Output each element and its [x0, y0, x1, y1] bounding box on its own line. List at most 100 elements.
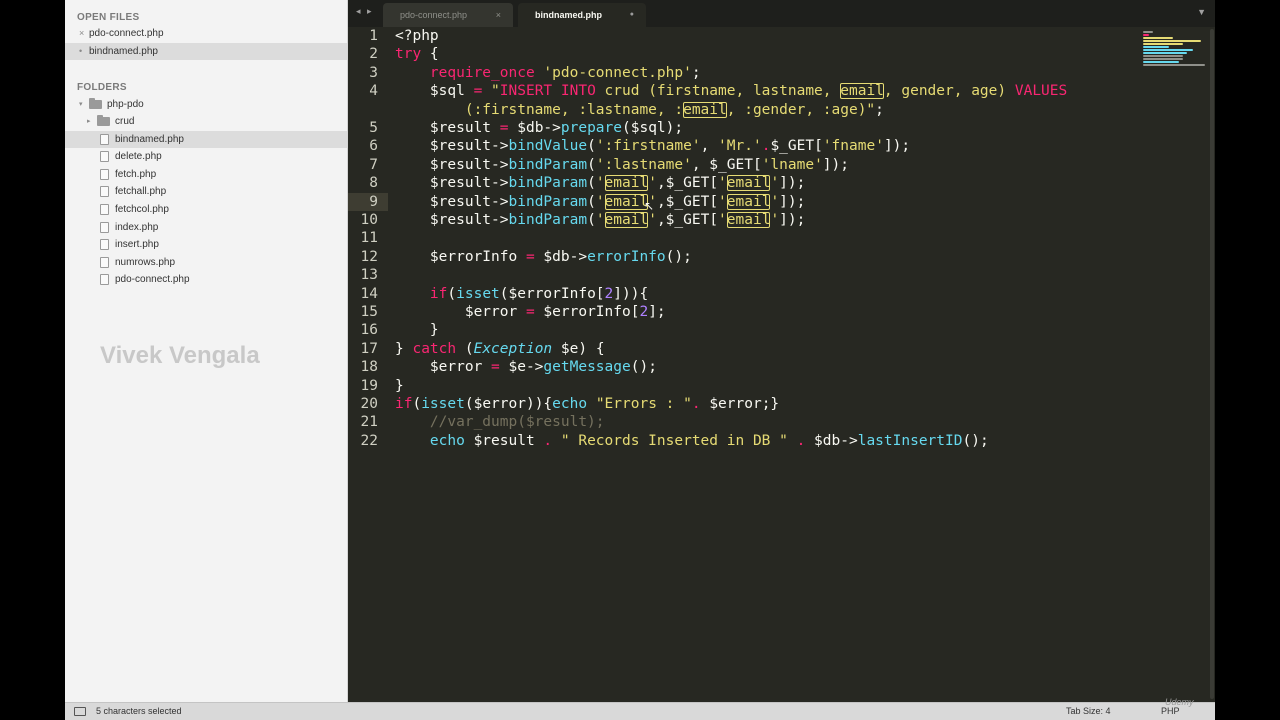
close-icon[interactable]: × [496, 3, 501, 27]
unsaved-dot-icon[interactable]: ● [630, 3, 634, 27]
line-number: 15 [360, 304, 378, 320]
file-label: fetchcol.php [115, 204, 169, 215]
folder-icon [89, 98, 102, 109]
line-number: 6 [369, 138, 378, 155]
code-line-20: if(isset($error)){echo "Errors : ". $err… [395, 396, 780, 412]
editor-window: OPEN FILES × pdo-connect.php • bindnamed… [65, 0, 1215, 720]
line-number: 8 [369, 175, 378, 192]
find-highlight: email [726, 193, 771, 210]
line-number: 19 [360, 377, 378, 394]
disclosure-open-icon[interactable]: ▾ [79, 96, 83, 113]
code-line-10: $result->bindParam('email',$_GET['email'… [429, 212, 806, 228]
file-index[interactable]: index.php [65, 219, 347, 236]
file-fetchcol[interactable]: fetchcol.php [65, 201, 347, 218]
folder-php-pdo[interactable]: ▾ php-pdo [65, 96, 347, 113]
author-watermark: Vivek Vengala [100, 342, 260, 369]
file-insert[interactable]: insert.php [65, 236, 347, 253]
code-editor[interactable]: 1 2 3 4 5 6 7 8 9 10 11 12 13 14 15 16 1… [348, 27, 1215, 702]
open-file-pdo-connect[interactable]: × pdo-connect.php [65, 25, 347, 42]
code-line-17: } catch (Exception $e) { [395, 340, 605, 357]
file-label: pdo-connect.php [115, 274, 190, 285]
line-number: 21 [360, 414, 378, 431]
find-highlight: email [604, 212, 649, 228]
file-bindnamed[interactable]: bindnamed.php [65, 131, 347, 148]
chevron-down-icon[interactable]: ▼ [1197, 7, 1206, 17]
code-line-18: $error = $e->getMessage(); [429, 359, 657, 376]
file-label: delete.php [115, 151, 162, 162]
open-file-bindnamed[interactable]: • bindnamed.php [65, 43, 347, 60]
line-number: 1 [369, 28, 378, 44]
open-file-label: pdo-connect.php [89, 28, 164, 39]
tab-size-setting[interactable]: Tab Size: 4 [1066, 703, 1111, 720]
line-number: 20 [360, 396, 378, 412]
line-number: 18 [360, 359, 378, 376]
file-icon [100, 274, 109, 285]
code-line-19: } [395, 377, 404, 394]
find-highlight: email [840, 83, 884, 100]
find-highlight: email [683, 101, 727, 118]
file-fetch[interactable]: fetch.php [65, 166, 347, 183]
line-number: 10 [360, 212, 378, 228]
mouse-cursor-icon: ↖ [644, 199, 655, 213]
line-number: 2 [369, 46, 378, 63]
file-icon [100, 239, 109, 250]
find-highlight: email [726, 212, 771, 228]
line-number: 12 [360, 248, 378, 265]
code-line-6: $result->bindValue(':firstname', 'Mr.'.$… [429, 138, 911, 155]
folders-heading: FOLDERS [77, 82, 127, 93]
file-label: insert.php [115, 239, 159, 250]
file-fetchall[interactable]: fetchall.php [65, 183, 347, 200]
find-highlight: email [726, 175, 771, 192]
line-number: 11 [360, 230, 378, 247]
folder-label: php-pdo [107, 99, 144, 110]
code-line-21: //var_dump($result); [429, 414, 605, 431]
folder-crud[interactable]: ▸ crud [65, 113, 347, 130]
tab-label: pdo-connect.php [400, 10, 468, 20]
code-line-9: $result->bindParam('email',$_GET['email'… [429, 193, 806, 210]
line-number: 13 [360, 267, 378, 284]
tab-bindnamed[interactable]: bindnamed.php ● [518, 3, 646, 27]
vertical-scrollbar[interactable] [1210, 29, 1214, 699]
code-line-3: require_once 'pdo-connect.php'; [429, 64, 701, 81]
code-line-1: <?php [395, 28, 439, 44]
line-number: 17 [360, 340, 378, 357]
file-icon [100, 134, 109, 145]
panel-toggle-icon[interactable] [74, 707, 86, 716]
selected-text: email [604, 193, 649, 210]
folder-icon [97, 115, 110, 126]
file-numrows[interactable]: numrows.php [65, 254, 347, 271]
file-delete[interactable]: delete.php [65, 148, 347, 165]
find-highlight: email [604, 175, 649, 192]
tab-forward-icon[interactable]: ▸ [367, 6, 372, 17]
code-line-12: $errorInfo = $db->errorInfo(); [429, 248, 692, 265]
file-icon [100, 204, 109, 215]
file-icon [100, 222, 109, 233]
open-file-label: bindnamed.php [89, 46, 158, 57]
tab-pdo-connect[interactable]: pdo-connect.php × [383, 3, 513, 27]
minimap[interactable] [1143, 29, 1207, 67]
line-number: 16 [360, 322, 378, 339]
code-line-15: $error = $errorInfo[2]; [464, 304, 666, 320]
open-files-heading: OPEN FILES [77, 12, 140, 23]
sidebar: OPEN FILES × pdo-connect.php • bindnamed… [65, 0, 348, 702]
file-label: index.php [115, 222, 159, 233]
unsaved-dot-icon: • [79, 46, 83, 56]
code-line-5: $result = $db->prepare($sql); [429, 120, 684, 136]
close-icon[interactable]: × [79, 25, 84, 42]
file-icon [100, 169, 109, 180]
line-number: 4 [369, 83, 378, 100]
line-number: 9 [369, 193, 378, 210]
code-line-8: $result->bindParam('email',$_GET['email'… [429, 175, 806, 192]
status-bar: 5 characters selected Tab Size: 4 PHP [65, 702, 1215, 720]
code-line-14: if(isset($errorInfo[2])){ [429, 285, 649, 302]
tab-back-icon[interactable]: ◂ [356, 6, 361, 17]
disclosure-closed-icon[interactable]: ▸ [87, 113, 91, 130]
file-label: bindnamed.php [115, 134, 184, 145]
file-label: numrows.php [115, 257, 176, 268]
line-number: 14 [360, 285, 378, 302]
code-line-4: $sql = "INSERT INTO crud (firstname, las… [429, 83, 1068, 100]
file-label: fetchall.php [115, 186, 167, 197]
file-label: fetch.php [115, 169, 157, 180]
file-pdo-connect[interactable]: pdo-connect.php [65, 271, 347, 288]
code-line-7: $result->bindParam(':lastname', $_GET['l… [429, 156, 849, 173]
